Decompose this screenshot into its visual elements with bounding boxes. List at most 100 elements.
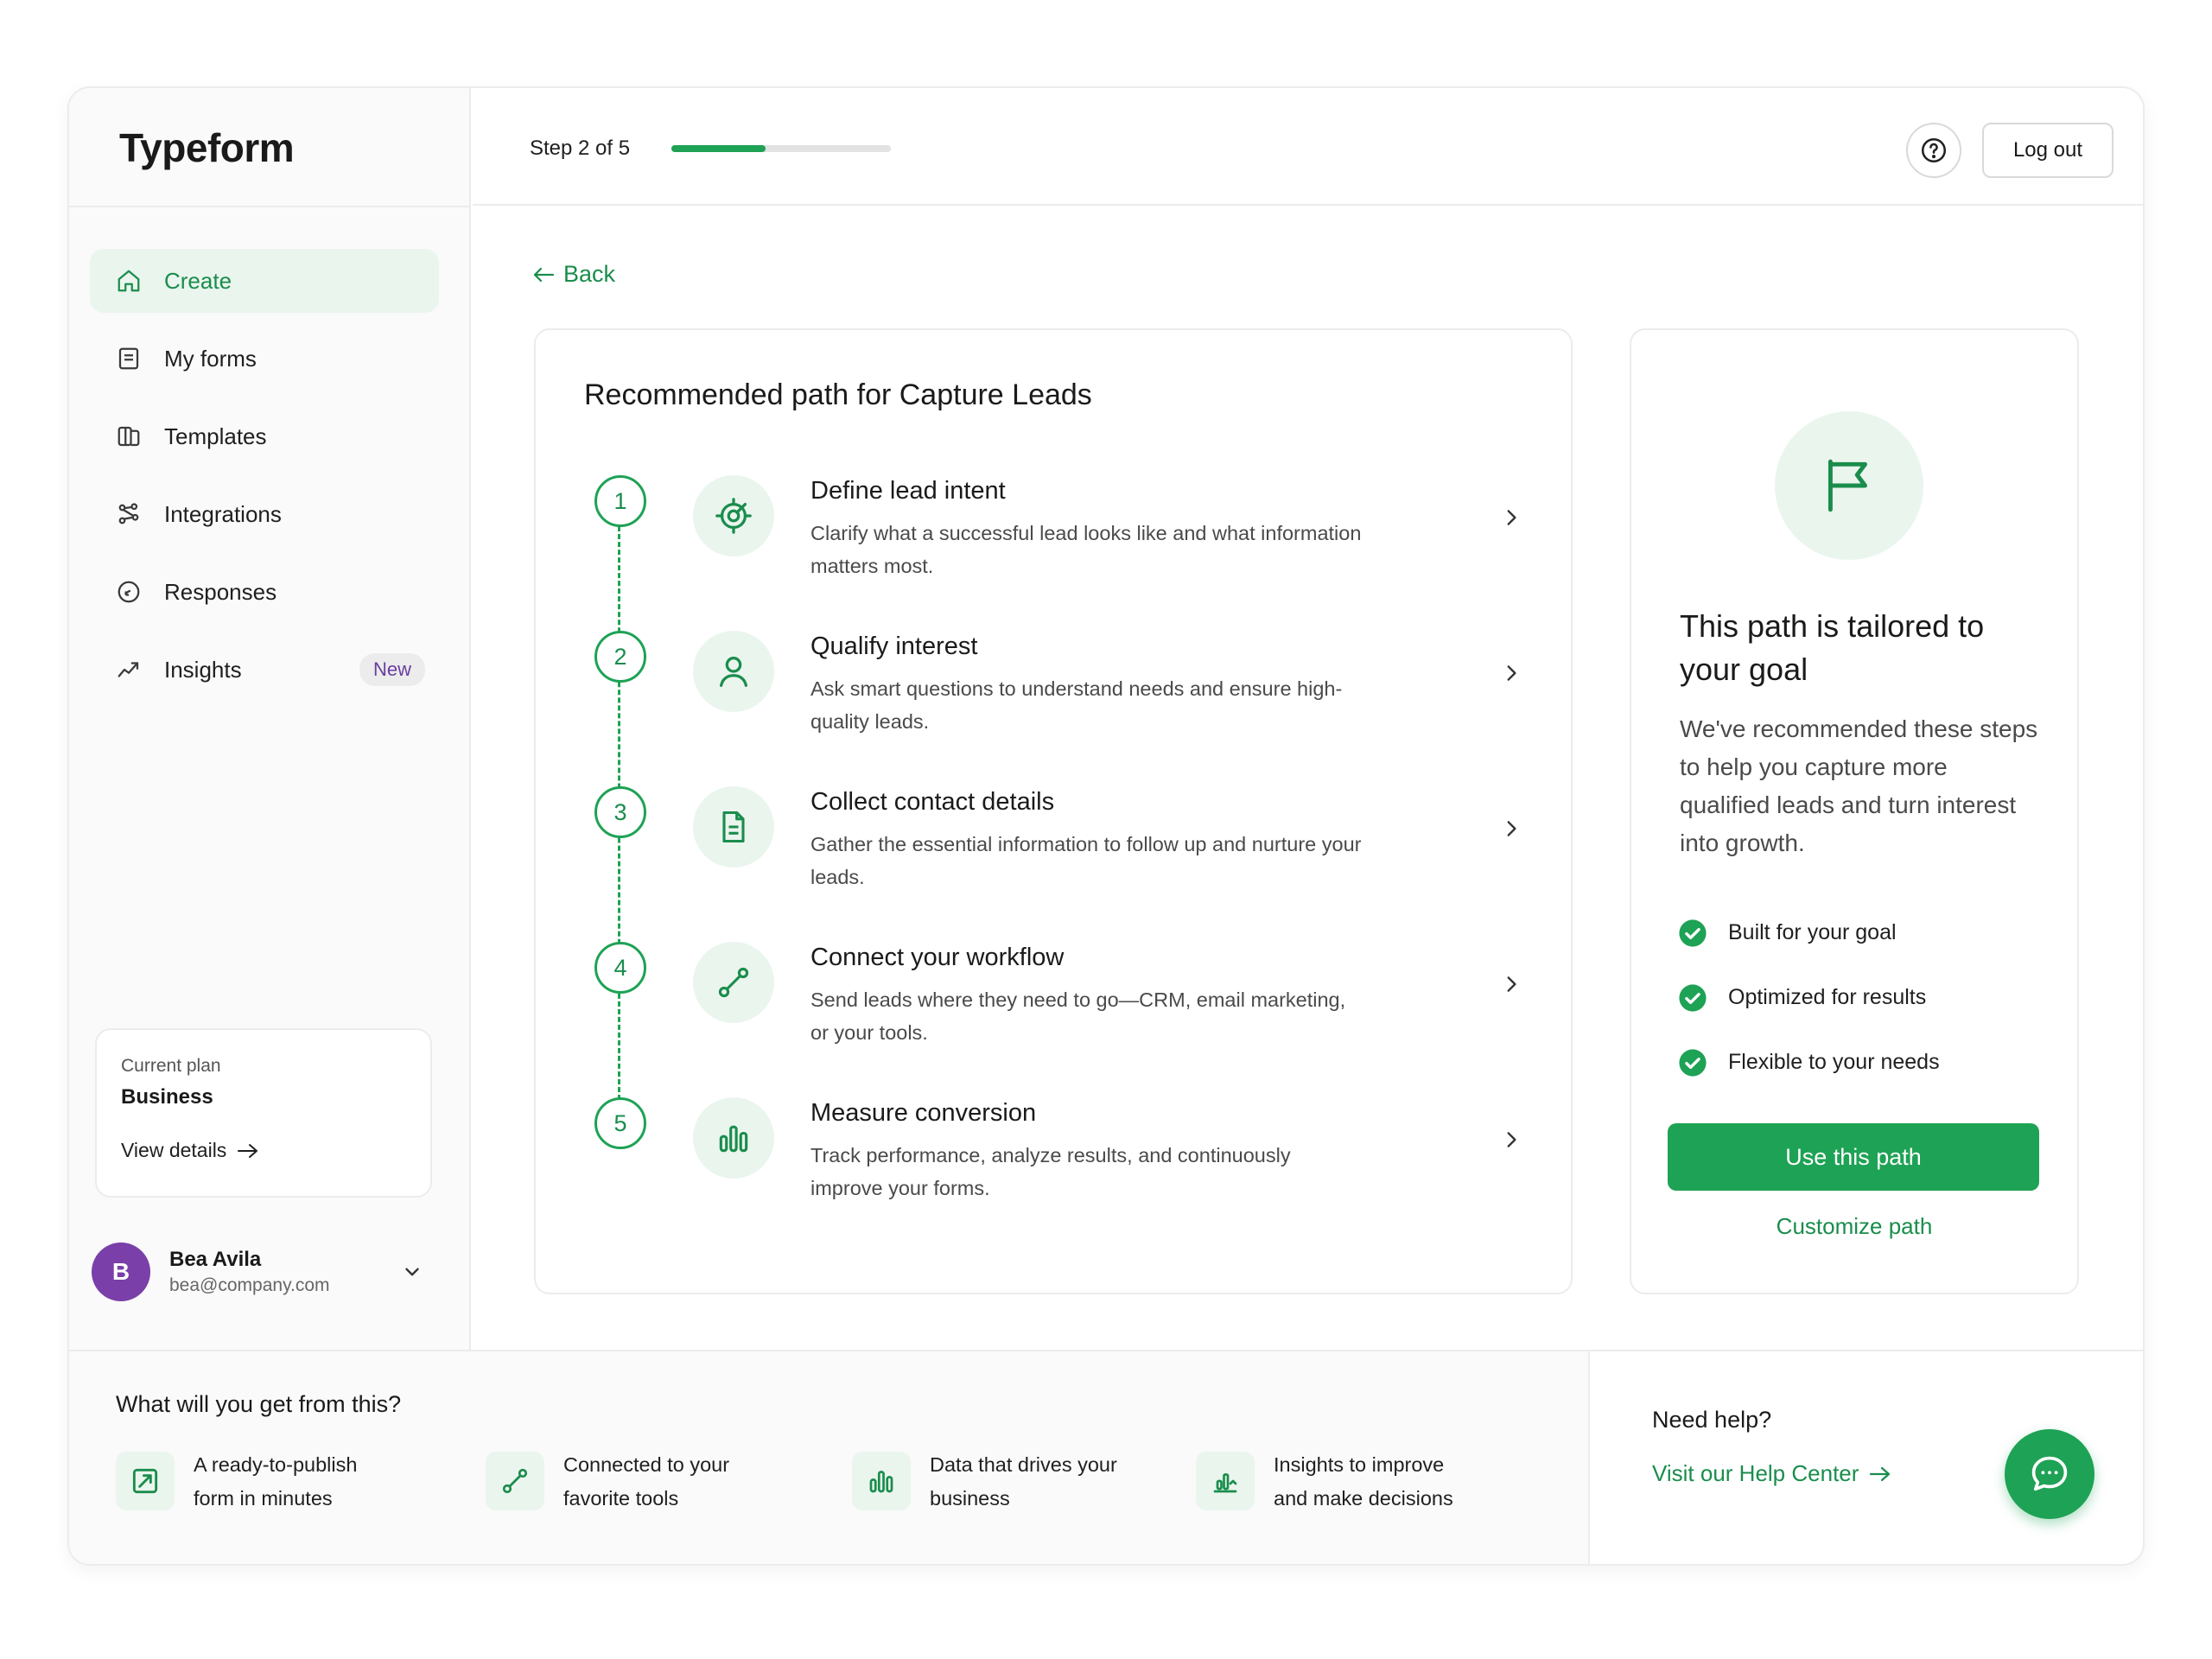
- bottom-strip: What will you get from this? A ready-to-…: [69, 1350, 2143, 1564]
- chevron-down-icon[interactable]: [401, 1261, 423, 1283]
- check-item: Optimized for results: [1678, 965, 1940, 1030]
- chevron-right-icon[interactable]: [1500, 506, 1522, 529]
- step-description: Send leads where they need to go—CRM, em…: [810, 988, 1346, 1044]
- arrow-right-icon: [237, 1142, 259, 1160]
- check-circle-icon: [1678, 983, 1707, 1013]
- step-description: Ask smart questions to understand needs …: [810, 677, 1343, 733]
- help-button[interactable]: [1906, 123, 1961, 178]
- new-badge: New: [359, 653, 425, 686]
- sidebar-item-templates[interactable]: Templates: [90, 404, 439, 468]
- bar-chart-icon: [693, 1097, 774, 1179]
- templates-icon: [114, 422, 143, 451]
- question-circle-icon: [1919, 136, 1948, 165]
- use-this-path-button[interactable]: Use this path: [1668, 1123, 2039, 1191]
- sidebar-divider: [69, 206, 469, 207]
- summary-title: This path is tailored to your goal: [1680, 608, 1985, 687]
- step-title: Measure conversion: [810, 1099, 1037, 1127]
- step-number: 1: [594, 475, 646, 527]
- benefit-item: Insights to improve and make decisions: [1196, 1452, 1481, 1516]
- app-window: Typeform Create My forms Templates Integ…: [67, 86, 2145, 1566]
- sidebar-item-responses[interactable]: Responses: [90, 560, 439, 624]
- sidebar-item-label: Integrations: [164, 500, 282, 527]
- chat-support-button[interactable]: [2005, 1429, 2094, 1519]
- document-icon: [114, 344, 143, 373]
- recommended-path-card: Recommended path for Capture Leads 1 Def…: [534, 328, 1573, 1294]
- sidebar-nav: Create My forms Templates Integrations R…: [90, 249, 439, 715]
- trend-icon: [114, 655, 143, 684]
- logo[interactable]: Typeform: [119, 124, 295, 171]
- link-nodes-icon: [486, 1452, 544, 1510]
- path-step-2[interactable]: 2 Qualify interest Ask smart questions t…: [536, 631, 1571, 760]
- user-icon: [693, 631, 774, 712]
- arrow-left-icon: [532, 265, 555, 284]
- check-label: Built for your goal: [1728, 920, 1897, 944]
- progress-fill: [671, 145, 766, 152]
- sidebar-item-my-forms[interactable]: My forms: [90, 327, 439, 391]
- check-label: Optimized for results: [1728, 985, 1927, 1009]
- summary-description: We've recommended these steps to help yo…: [1680, 715, 2038, 856]
- help-center-link[interactable]: Visit our Help Center: [1652, 1460, 1891, 1487]
- plan-name: Business: [121, 1085, 213, 1109]
- sidebar-item-label: Insights: [164, 656, 242, 683]
- chat-bubble-icon: [114, 577, 143, 607]
- sidebar-item-insights[interactable]: Insights New: [90, 638, 439, 702]
- view-details-link[interactable]: View details: [121, 1139, 406, 1162]
- benefit-text: Insights to improve and make decisions: [1274, 1453, 1453, 1510]
- help-section: Need help? Visit our Help Center: [1588, 1351, 2143, 1564]
- benefit-checklist: Built for your goal Optimized for result…: [1678, 900, 1940, 1095]
- plan-label: Current plan: [121, 1056, 221, 1076]
- step-title: Collect contact details: [810, 788, 1055, 816]
- path-step-5[interactable]: 5 Measure conversion Track performance, …: [536, 1097, 1571, 1227]
- check-circle-icon: [1678, 918, 1707, 948]
- benefit-item: A ready-to-publish form in minutes: [116, 1452, 401, 1516]
- home-icon: [114, 266, 143, 296]
- back-link[interactable]: Back: [532, 261, 615, 288]
- step-number: 3: [594, 786, 646, 838]
- top-header: Step 2 of 5 Log out: [473, 88, 2143, 206]
- chevron-right-icon[interactable]: [1500, 662, 1522, 684]
- path-step-3[interactable]: 3 Collect contact details Gather the ess…: [536, 786, 1571, 916]
- link-nodes-icon: [693, 942, 774, 1023]
- user-menu[interactable]: B Bea Avila bea@company.com: [92, 1237, 437, 1306]
- step-title: Connect your workflow: [810, 944, 1065, 971]
- chevron-right-icon[interactable]: [1500, 817, 1522, 840]
- sidebar: Typeform Create My forms Templates Integ…: [69, 88, 471, 1350]
- step-number: 5: [594, 1097, 646, 1149]
- benefit-text: Connected to your favorite tools: [563, 1453, 730, 1510]
- user-name: Bea Avila: [169, 1248, 262, 1271]
- chat-icon: [2027, 1452, 2072, 1497]
- benefit-text: Data that drives your business: [930, 1453, 1117, 1510]
- sidebar-item-create[interactable]: Create: [90, 249, 439, 313]
- step-number: 4: [594, 942, 646, 994]
- integrations-icon: [114, 499, 143, 529]
- step-progress-bar: [671, 145, 891, 152]
- customize-path-link[interactable]: Customize path: [1631, 1213, 2077, 1240]
- help-center-label: Visit our Help Center: [1652, 1460, 1859, 1486]
- sidebar-item-integrations[interactable]: Integrations: [90, 482, 439, 546]
- chevron-right-icon[interactable]: [1500, 1128, 1522, 1151]
- step-description: Track performance, analyze results, and …: [810, 1144, 1291, 1199]
- logout-button[interactable]: Log out: [1982, 123, 2113, 178]
- form-check-icon: [116, 1452, 175, 1510]
- help-title: Need help?: [1652, 1407, 1772, 1433]
- check-label: Flexible to your needs: [1728, 1050, 1940, 1074]
- arrow-right-icon: [1869, 1465, 1891, 1483]
- path-title: Recommended path for Capture Leads: [584, 378, 1092, 411]
- sidebar-item-label: Responses: [164, 578, 277, 605]
- step-label: Step 2 of 5: [530, 137, 631, 160]
- chevron-right-icon[interactable]: [1500, 973, 1522, 995]
- benefit-item: Data that drives your business: [852, 1452, 1137, 1516]
- back-label: Back: [563, 261, 616, 287]
- current-plan-card: Current plan Business View details: [95, 1028, 432, 1198]
- step-description: Clarify what a successful lead looks lik…: [810, 522, 1362, 577]
- document-icon: [693, 786, 774, 868]
- bar-chart-icon: [852, 1452, 911, 1510]
- path-step-1[interactable]: 1 Define lead intent Clarify what a succ…: [536, 475, 1571, 605]
- step-description: Gather the essential information to foll…: [810, 833, 1362, 888]
- check-circle-icon: [1678, 1048, 1707, 1077]
- flag-icon: [1775, 411, 1923, 560]
- chart-up-icon: [1196, 1452, 1255, 1510]
- path-step-4[interactable]: 4 Connect your workflow Send leads where…: [536, 942, 1571, 1071]
- benefits-title: What will you get from this?: [116, 1391, 402, 1417]
- target-icon: [693, 475, 774, 556]
